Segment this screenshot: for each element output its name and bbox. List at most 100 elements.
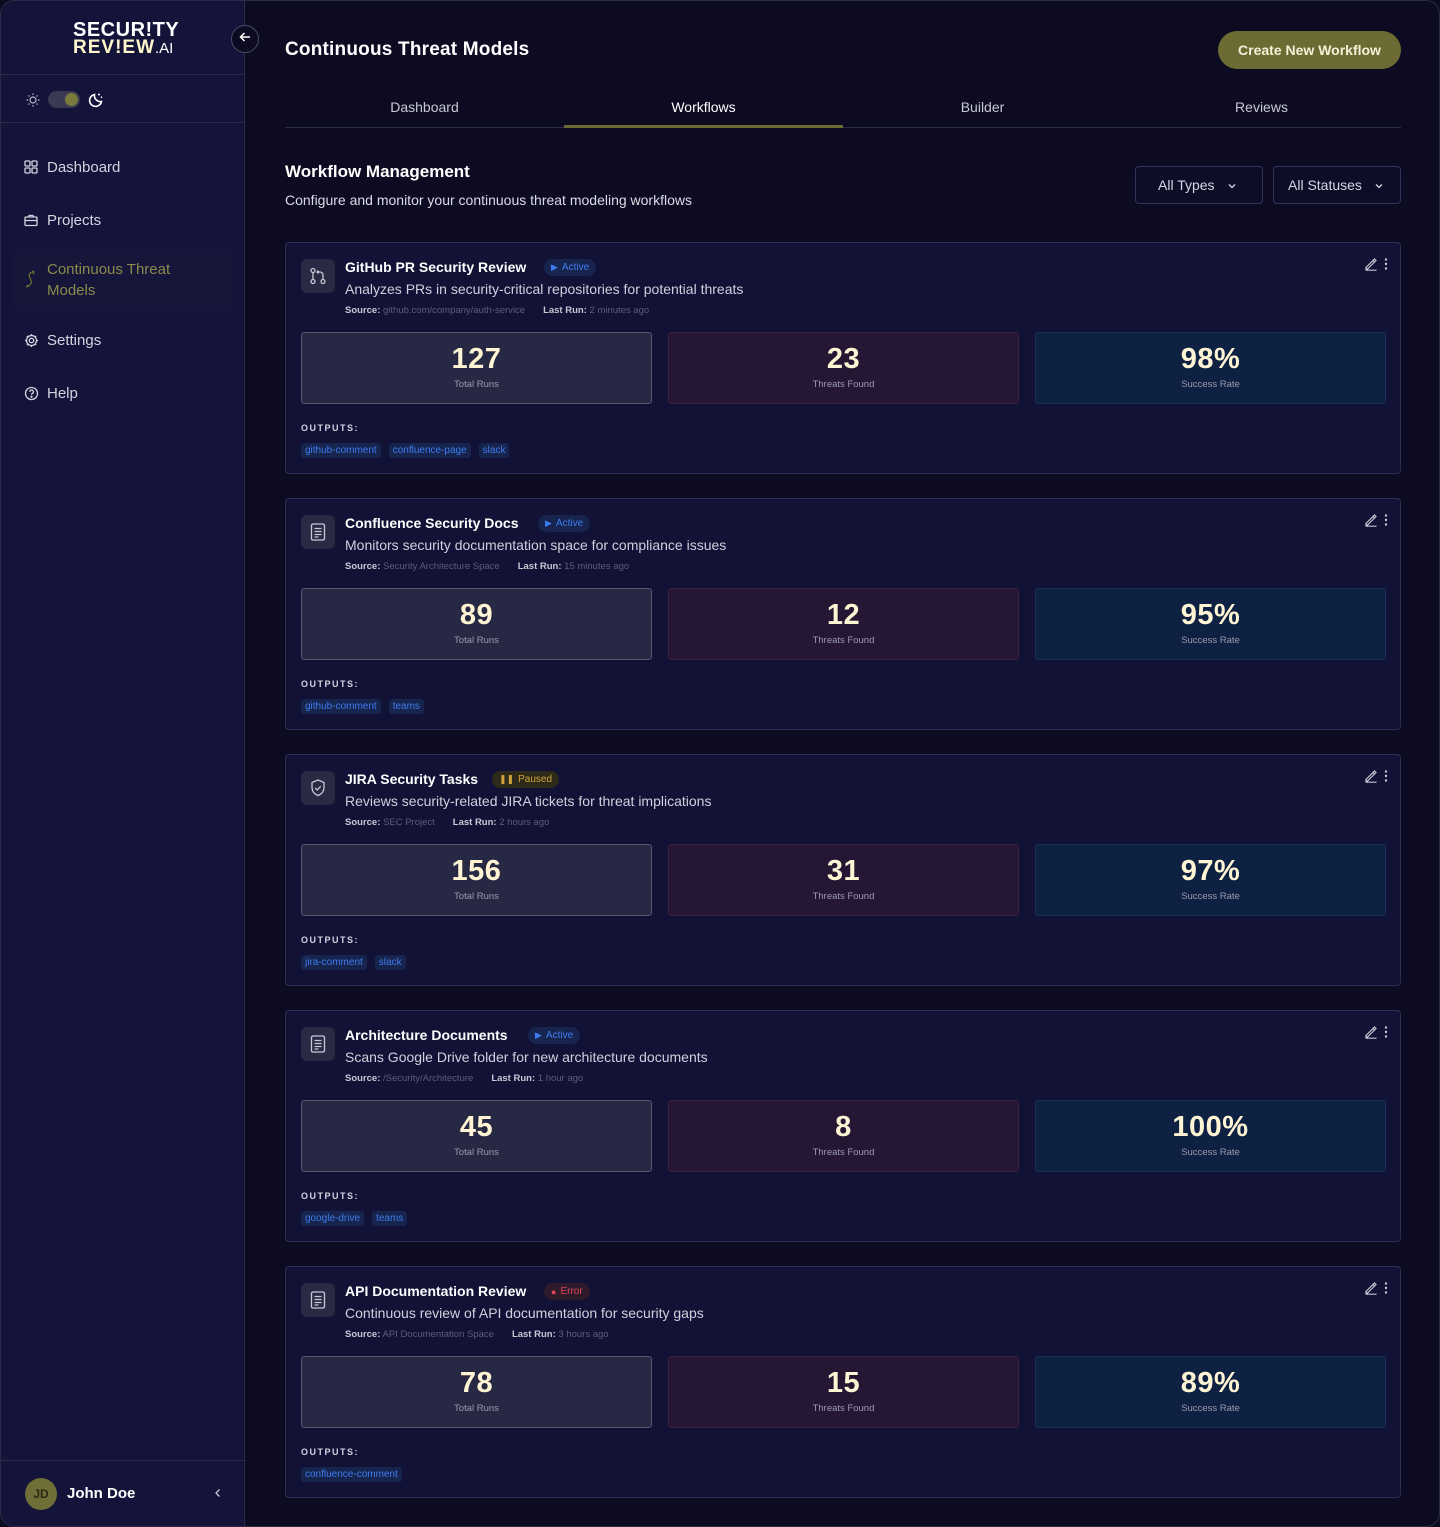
gear-icon — [23, 332, 39, 348]
filter-statuses-value: All Statuses — [1288, 177, 1362, 193]
sidebar-item-projects[interactable]: Projects — [13, 194, 233, 246]
collapse-sidebar-button[interactable] — [231, 25, 259, 53]
workflow-name: Confluence Security Docs — [345, 515, 519, 531]
output-tag: confluence-comment — [301, 1467, 402, 1482]
stat-label: Success Rate — [1181, 1403, 1240, 1414]
workflow-card[interactable]: JIRA Security Tasks ❚❚ Paused Reviews sec… — [285, 754, 1401, 986]
stat-threats-found: 15 Threats Found — [668, 1356, 1019, 1428]
filter-types-value: All Types — [1158, 177, 1215, 193]
sidebar-item-continuous-threat-models[interactable]: Continuous Threat Models — [13, 249, 233, 311]
play-icon: ▶ — [551, 262, 558, 272]
app-frame: SECUR!TY REV!EW.AI Dashboard Projects Co… — [0, 0, 1440, 1527]
stat-success-rate: 95% Success Rate — [1035, 588, 1386, 660]
play-icon: ▶ — [535, 1030, 542, 1040]
tab-dashboard[interactable]: Dashboard — [285, 87, 564, 127]
pause-icon: ❚❚ — [499, 774, 515, 784]
outputs-label: OUTPUTS: — [301, 935, 359, 945]
stat-total-runs: 45 Total Runs — [301, 1100, 652, 1172]
status-badge: ▶ Active — [528, 1027, 581, 1044]
stat-value: 98% — [1180, 343, 1241, 375]
workflow-stats: 127 Total Runs 23 Threats Found 98% Success… — [301, 332, 1386, 404]
workflow-card[interactable]: Architecture Documents ▶ Active Scans Goo… — [285, 1010, 1401, 1242]
document-icon — [301, 1027, 335, 1061]
stat-threats-found: 8 Threats Found — [668, 1100, 1019, 1172]
stat-success-rate: 89% Success Rate — [1035, 1356, 1386, 1428]
workflow-stats: 156 Total Runs 31 Threats Found 97% Success… — [301, 844, 1386, 916]
theme-toggle[interactable] — [48, 91, 80, 108]
briefcase-icon — [23, 212, 39, 228]
more-vertical-icon[interactable] — [1384, 1025, 1388, 1044]
workflow-card[interactable]: API Documentation Review ● Error Continuo… — [285, 1266, 1401, 1498]
workflow-name: GitHub PR Security Review — [345, 259, 527, 275]
moon-icon[interactable] — [88, 91, 105, 113]
stat-value: 100% — [1172, 1111, 1249, 1143]
output-tags: confluence-comment — [301, 1467, 410, 1482]
card-actions — [1364, 769, 1388, 788]
card-actions — [1364, 1281, 1388, 1300]
user-profile[interactable]: JD John Doe — [1, 1460, 245, 1526]
workflow-meta: Source: Security Architecture Space Last … — [345, 561, 629, 572]
more-vertical-icon[interactable] — [1384, 257, 1388, 276]
last-run-value: 2 hours ago — [499, 817, 550, 828]
outputs-label: OUTPUTS: — [301, 1447, 359, 1457]
status-text: Error — [560, 1286, 583, 1297]
stat-value: 15 — [826, 1367, 861, 1399]
theme-toggle-knob — [65, 93, 78, 106]
filter-statuses-select[interactable]: All Statuses — [1273, 166, 1401, 204]
tab-workflows[interactable]: Workflows — [564, 87, 843, 128]
output-tags: github-comment confluence-page slack — [301, 443, 517, 458]
stat-total-runs: 89 Total Runs — [301, 588, 652, 660]
tab-reviews[interactable]: Reviews — [1122, 87, 1401, 127]
edit-icon[interactable] — [1364, 257, 1378, 276]
logo-line2-text: REV!EW — [73, 37, 155, 58]
stat-label: Total Runs — [454, 1403, 499, 1414]
more-vertical-icon[interactable] — [1384, 1281, 1388, 1300]
last-run-label: Last Run: — [511, 1329, 556, 1340]
sidebar-item-label: Settings — [47, 331, 102, 349]
sidebar-item-dashboard[interactable]: Dashboard — [13, 141, 233, 193]
more-vertical-icon[interactable] — [1384, 513, 1388, 532]
sun-icon[interactable] — [25, 92, 41, 113]
workflow-description: Monitors security documentation space fo… — [345, 537, 727, 553]
stat-label: Threats Found — [812, 1403, 875, 1414]
source-value: github.com/company/auth-service — [383, 305, 526, 316]
workflow-name: Architecture Documents — [345, 1027, 508, 1043]
sidebar-item-help[interactable]: Help — [13, 367, 233, 419]
chevron-down-icon — [1227, 177, 1237, 193]
filter-types-select[interactable]: All Types — [1135, 166, 1263, 204]
workflow-stats: 89 Total Runs 12 Threats Found 95% Success … — [301, 588, 1386, 660]
source-label: Source: — [345, 1073, 381, 1084]
source-label: Source: — [345, 305, 381, 316]
stat-label: Success Rate — [1181, 891, 1240, 902]
page-title: Continuous Threat Models — [285, 39, 530, 60]
logo-line2: REV!EW.AI — [73, 37, 179, 58]
stat-value: 12 — [826, 599, 861, 631]
workflow-description: Continuous review of API documentation f… — [345, 1305, 704, 1321]
tab-builder[interactable]: Builder — [843, 87, 1122, 127]
edit-icon[interactable] — [1364, 769, 1378, 788]
sidebar-item-settings[interactable]: Settings — [13, 314, 233, 366]
edit-icon[interactable] — [1364, 1281, 1378, 1300]
more-vertical-icon[interactable] — [1384, 769, 1388, 788]
output-tag: confluence-page — [388, 443, 471, 458]
workflow-card[interactable]: GitHub PR Security Review ▶ Active Analyz… — [285, 242, 1401, 474]
stat-value: 45 — [459, 1111, 494, 1143]
document-icon — [301, 515, 335, 549]
chevron-left-icon[interactable] — [213, 1486, 223, 1504]
output-tags: jira-comment slack — [301, 955, 414, 970]
logo-area: SECUR!TY REV!EW.AI — [1, 1, 244, 75]
edit-icon[interactable] — [1364, 513, 1378, 532]
stat-value: 127 — [451, 343, 502, 375]
sidebar-item-label: Projects — [47, 211, 102, 229]
sidebar-item-label: Help — [47, 384, 78, 402]
stat-value: 95% — [1180, 599, 1241, 631]
logo[interactable]: SECUR!TY REV!EW.AI — [73, 20, 179, 58]
last-run-label: Last Run: — [491, 1073, 536, 1084]
edit-icon[interactable] — [1364, 1025, 1378, 1044]
stat-label: Success Rate — [1181, 1147, 1240, 1158]
output-tags: github-comment teams — [301, 699, 432, 714]
create-new-workflow-button[interactable]: Create New Workflow — [1218, 31, 1401, 69]
git-pull-request-icon — [301, 259, 335, 293]
workflow-card[interactable]: Confluence Security Docs ▶ Active Monitor… — [285, 498, 1401, 730]
last-run-label: Last Run: — [517, 561, 562, 572]
